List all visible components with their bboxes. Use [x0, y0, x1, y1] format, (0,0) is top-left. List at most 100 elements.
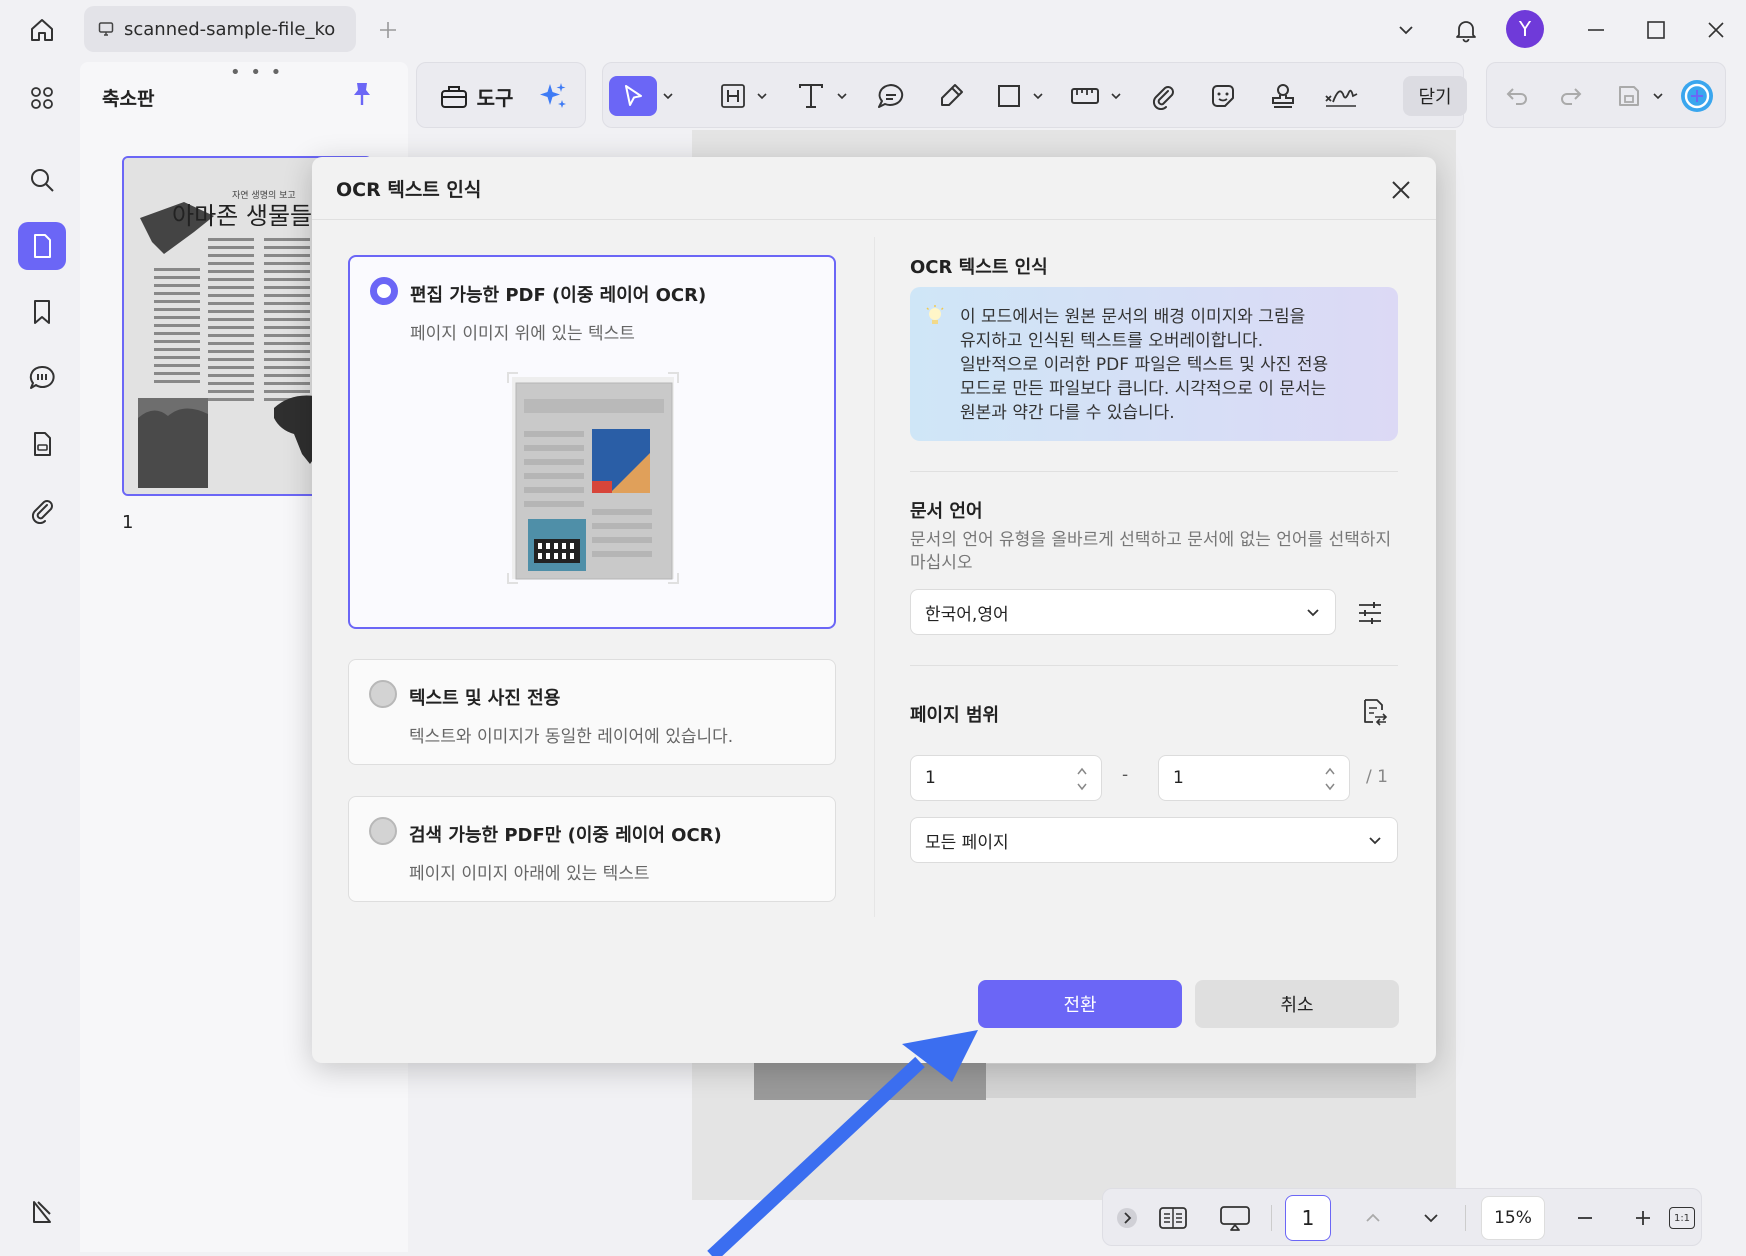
range-dash: -: [1122, 765, 1129, 785]
chevron-down-icon: [1367, 832, 1383, 848]
theme-icon[interactable]: [18, 1188, 66, 1236]
chevron-down-icon[interactable]: [833, 76, 851, 116]
cancel-button[interactable]: 취소: [1195, 980, 1399, 1028]
comment-icon[interactable]: [18, 354, 66, 402]
page-swap-icon[interactable]: [1356, 693, 1392, 729]
measure-ruler-icon[interactable]: [1065, 76, 1105, 116]
bookmark-icon[interactable]: [18, 288, 66, 336]
option-description: 텍스트와 이미지가 동일한 레이어에 있습니다.: [409, 727, 734, 747]
pin-icon[interactable]: [346, 78, 378, 110]
ocr-option-searchable-pdf[interactable]: 검색 가능한 PDF만 (이중 레이어 OCR) 페이지 이미지 아래에 있는 …: [348, 796, 836, 902]
redo-icon[interactable]: [1551, 76, 1591, 116]
chevron-down-icon[interactable]: [1386, 10, 1426, 50]
collapse-chevron-icon[interactable]: [1111, 1198, 1143, 1238]
close-toolbar-button[interactable]: 닫기: [1403, 76, 1467, 116]
document-icon[interactable]: [18, 420, 66, 468]
search-icon[interactable]: [18, 156, 66, 204]
language-settings-sliders-icon[interactable]: [1352, 595, 1388, 631]
zoom-level[interactable]: 15%: [1481, 1196, 1545, 1240]
range-to-input[interactable]: 1: [1158, 755, 1350, 801]
ocr-dialog: OCR 텍스트 인식 편집 가능한 PDF (이중 레이어 OCR) 페이지 이…: [312, 157, 1436, 1063]
undo-icon[interactable]: [1497, 76, 1537, 116]
stepper-arrows-icon[interactable]: [1323, 764, 1337, 794]
sticker-icon[interactable]: [1203, 76, 1243, 116]
convert-button[interactable]: 전환: [978, 980, 1182, 1028]
option-title: 텍스트 및 사진 전용: [409, 688, 561, 709]
attachment-icon[interactable]: [1143, 76, 1183, 116]
layered-document-illustration: [507, 372, 679, 584]
actual-size-button[interactable]: 1:1: [1665, 1198, 1699, 1238]
radio-unselected[interactable]: [369, 817, 397, 845]
language-description: 문서의 언어 유형을 올바르게 선택하고 문서에 없는 언어를 선택하지 마십시…: [910, 530, 1392, 573]
presentation-icon[interactable]: [1215, 1198, 1255, 1238]
zoom-out-minus-icon[interactable]: [1565, 1198, 1605, 1238]
ocr-option-editable-pdf[interactable]: 편집 가능한 PDF (이중 레이어 OCR) 페이지 이미지 위에 있는 텍스…: [348, 255, 836, 629]
apps-grid-icon[interactable]: [18, 74, 66, 122]
page-filter-select[interactable]: 모든 페이지: [910, 817, 1398, 863]
new-tab-plus-icon[interactable]: [374, 16, 402, 44]
chevron-down-icon[interactable]: [1029, 76, 1047, 116]
minimize-icon[interactable]: [1576, 10, 1616, 50]
radio-unselected[interactable]: [369, 680, 397, 708]
stamp-icon[interactable]: [1263, 76, 1303, 116]
info-line: 유지하고 인식된 텍스트를 오버레이합니다.: [960, 331, 1264, 351]
pen-icon[interactable]: [931, 76, 971, 116]
page-image-fragment: [754, 1060, 986, 1100]
maximize-icon[interactable]: [1636, 10, 1676, 50]
zoom-in-plus-icon[interactable]: [1623, 1198, 1663, 1238]
option-title: 검색 가능한 PDF만 (이중 레이어 OCR): [409, 825, 722, 846]
ai-assistant-icon[interactable]: [1677, 76, 1717, 116]
chevron-down-icon[interactable]: [753, 76, 771, 116]
info-line: 모드로 만든 파일보다 큽니다. 시각적으로 이 문서는: [960, 379, 1327, 399]
rectangle-icon[interactable]: [989, 76, 1029, 116]
title-bar: scanned-sample-file_ko Y: [0, 0, 1746, 60]
panel-grip[interactable]: • • •: [230, 62, 283, 83]
column-divider: [874, 237, 875, 917]
info-line: 원본과 약간 다를 수 있습니다.: [960, 403, 1175, 423]
select-cursor-icon[interactable]: [609, 76, 657, 116]
range-to-value: 1: [1173, 768, 1184, 788]
thumbnails-page-icon[interactable]: [18, 222, 66, 270]
left-rail: [6, 62, 78, 1252]
range-from-input[interactable]: 1: [910, 755, 1102, 801]
close-window-icon[interactable]: [1696, 10, 1736, 50]
page-image-fragment: [986, 1064, 1416, 1098]
language-select[interactable]: 한국어,영어: [910, 589, 1336, 635]
lightbulb-icon: [924, 305, 946, 329]
page-layout-icon[interactable]: [1153, 1198, 1193, 1238]
language-select-value: 한국어,영어: [925, 604, 1009, 625]
range-total: / 1: [1366, 767, 1388, 787]
option-description: 페이지 이미지 위에 있는 텍스트: [410, 324, 635, 344]
document-tab[interactable]: scanned-sample-file_ko: [84, 6, 356, 52]
page-range-title: 페이지 범위: [910, 705, 1000, 726]
comment-bubble-icon[interactable]: [871, 76, 911, 116]
highlight-heading-icon[interactable]: [713, 76, 753, 116]
language-section-title: 문서 언어: [910, 501, 983, 522]
ai-sparkle-icon[interactable]: [533, 76, 573, 116]
ocr-section-title: OCR 텍스트 인식: [910, 257, 1048, 278]
attachment-icon[interactable]: [18, 486, 66, 534]
info-line: 일반적으로 이러한 PDF 파일은 텍스트 및 사진 전용: [960, 355, 1329, 375]
close-icon[interactable]: [1384, 173, 1418, 207]
stepper-arrows-icon[interactable]: [1075, 764, 1089, 794]
chevron-down-icon[interactable]: [1649, 76, 1667, 116]
page-number-input[interactable]: 1: [1285, 1195, 1331, 1241]
chevron-down-icon[interactable]: [1107, 76, 1125, 116]
user-avatar[interactable]: Y: [1506, 10, 1544, 48]
option-title: 편집 가능한 PDF (이중 레이어 OCR): [410, 285, 707, 306]
bell-icon[interactable]: [1446, 10, 1486, 50]
next-page-chevron-down-icon[interactable]: [1411, 1198, 1451, 1238]
tools-button[interactable]: 도구: [431, 76, 521, 116]
home-icon[interactable]: [22, 12, 62, 48]
history-toolbar-group: [1486, 62, 1726, 128]
thumbnail-panel-title: 축소판: [102, 88, 155, 110]
signature-icon[interactable]: [1319, 76, 1363, 116]
save-icon[interactable]: [1609, 76, 1649, 116]
text-tool-icon[interactable]: [791, 76, 831, 116]
chevron-down-icon[interactable]: [659, 76, 677, 116]
previous-page-chevron-up-icon[interactable]: [1353, 1198, 1393, 1238]
ocr-option-text-and-images[interactable]: 텍스트 및 사진 전용 텍스트와 이미지가 동일한 레이어에 있습니다.: [348, 659, 836, 765]
radio-selected[interactable]: [370, 277, 398, 305]
monitor-icon: [98, 21, 114, 37]
thumbnail-page-number: 1: [122, 512, 134, 533]
